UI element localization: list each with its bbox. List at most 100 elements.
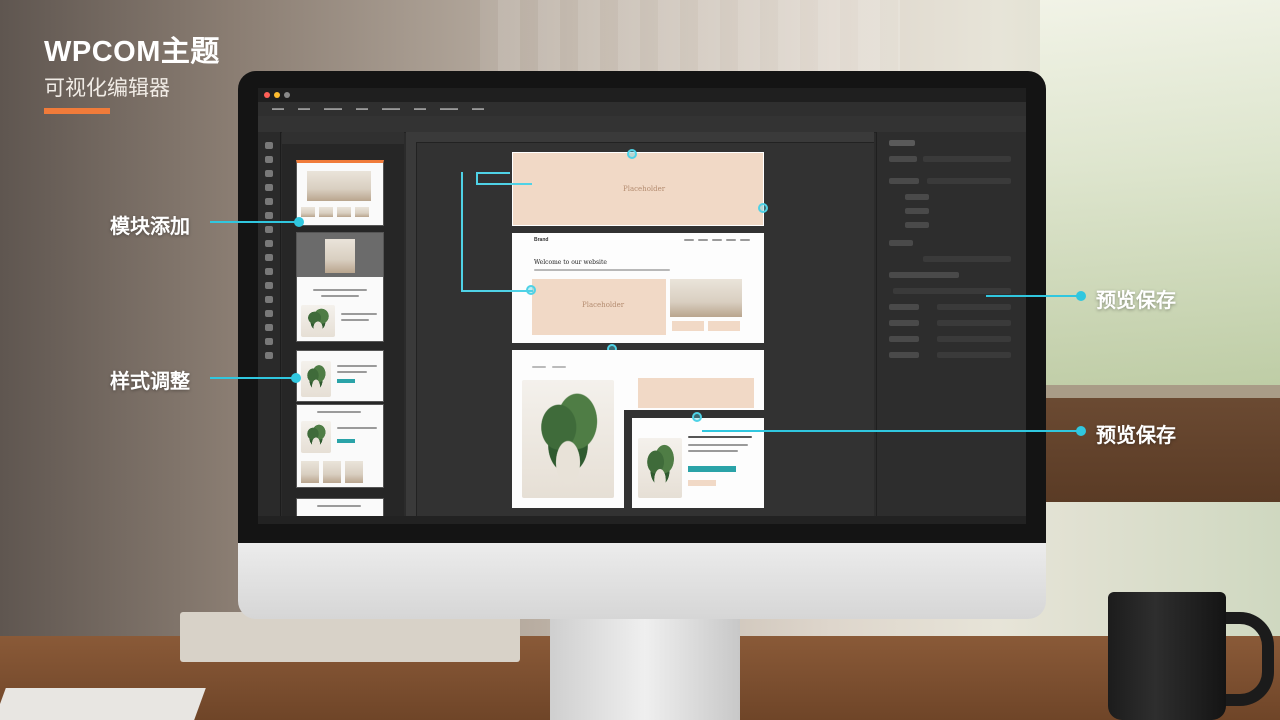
panel-row (889, 156, 917, 162)
menu-item[interactable]: ▬▬ (472, 102, 484, 116)
lasso-tool-icon[interactable] (265, 170, 273, 177)
room-image (670, 279, 742, 317)
button-placeholder[interactable] (708, 321, 740, 331)
panel-row (889, 352, 919, 358)
cta-button[interactable] (688, 466, 736, 472)
callout-dot (294, 217, 304, 227)
hand-tool-icon[interactable] (265, 296, 273, 303)
eraser-tool-icon[interactable] (265, 212, 273, 219)
callout-line (986, 295, 1082, 297)
tool-strip (258, 132, 281, 516)
callout-dot (1076, 291, 1086, 301)
properties-panel (876, 132, 1026, 516)
brand-accent-bar (44, 108, 110, 114)
close-dot-icon[interactable] (264, 92, 270, 98)
panel-row (889, 336, 919, 342)
guide-line (476, 183, 532, 185)
panel-select[interactable] (937, 336, 1011, 342)
callout-adjust-style: 样式调整 (110, 371, 190, 393)
zoom-tool-icon[interactable] (265, 310, 273, 317)
crop-tool-icon[interactable] (265, 184, 273, 191)
panel-row (889, 320, 919, 326)
shape-tool-icon[interactable] (265, 282, 273, 289)
window-sill (1046, 398, 1280, 502)
menu-item[interactable]: ▬▬▬ (382, 102, 400, 116)
placeholder-label: Placeholder (582, 301, 625, 309)
pages-panel-header (282, 132, 404, 144)
panel-row (905, 194, 929, 200)
guide-line (461, 290, 533, 292)
secondary-button[interactable] (688, 480, 716, 486)
type-tool-icon[interactable] (265, 268, 273, 275)
image-placeholder[interactable]: Placeholder (532, 279, 666, 335)
guide-line (476, 172, 510, 174)
brand-title: WPCOM主题 (44, 36, 220, 68)
panel-row (889, 272, 959, 278)
callout-line (210, 221, 300, 223)
panel-row (889, 178, 919, 184)
editor-screen: ▬▬ ▬▬ ▬▬▬ ▬▬ ▬▬▬ ▬▬ ▬▬▬ ▬▬ Placeholder B… (258, 88, 1026, 524)
page-thumbnail[interactable] (296, 498, 384, 518)
panel-select[interactable] (937, 304, 1011, 310)
panel-row (905, 208, 929, 214)
layers-tool-icon[interactable] (265, 338, 273, 345)
panel-input[interactable] (923, 156, 1011, 162)
callout-add-module: 模块添加 (110, 216, 190, 238)
banner-module[interactable]: Placeholder (512, 152, 764, 226)
menu-bar: ▬▬ ▬▬ ▬▬▬ ▬▬ ▬▬▬ ▬▬ ▬▬▬ ▬▬ (258, 102, 1026, 116)
placeholder-label: Placeholder (623, 185, 666, 193)
panel-select[interactable] (893, 288, 1011, 294)
panel-select[interactable] (937, 320, 1011, 326)
page-thumbnail[interactable] (296, 232, 384, 342)
page-thumbnail[interactable] (296, 160, 384, 226)
app-titlebar (258, 88, 1026, 102)
horizontal-ruler (406, 132, 874, 143)
move-tool-icon[interactable] (265, 156, 273, 163)
handle-icon[interactable] (758, 203, 768, 213)
menu-item[interactable]: ▬▬ (272, 102, 284, 116)
menu-item[interactable]: ▬▬ (414, 102, 426, 116)
coffee-mug (1108, 592, 1226, 720)
panel-row (889, 304, 919, 310)
handle-icon[interactable] (627, 149, 637, 159)
monitor-stand (550, 619, 740, 720)
options-bar (258, 116, 1026, 133)
panel-select[interactable] (937, 352, 1011, 358)
handle-icon[interactable] (692, 412, 702, 422)
minimize-dot-icon[interactable] (274, 92, 280, 98)
mask-tool-icon[interactable] (265, 352, 273, 359)
gradient-tool-icon[interactable] (265, 240, 273, 247)
stamp-tool-icon[interactable] (265, 226, 273, 233)
menu-item[interactable]: ▬▬ (298, 102, 310, 116)
panel-select[interactable] (927, 178, 1011, 184)
guide-line (461, 172, 463, 292)
vertical-ruler (406, 142, 417, 516)
page-thumbnail[interactable] (296, 350, 384, 402)
site-logo: Brand (534, 237, 549, 243)
callout-line (702, 430, 1082, 432)
panel-row (889, 240, 913, 246)
menu-item[interactable]: ▬▬ (356, 102, 368, 116)
panel-row (905, 222, 929, 228)
panel-tab[interactable] (889, 140, 915, 146)
callout-preview-save: 预览保存 (1096, 290, 1176, 312)
image-card[interactable] (512, 378, 624, 508)
callout-preview-save: 预览保存 (1096, 425, 1176, 447)
menu-item[interactable]: ▬▬▬ (324, 102, 342, 116)
desk-box (180, 612, 520, 662)
window (1040, 0, 1280, 400)
color-tool-icon[interactable] (265, 324, 273, 331)
button-placeholder[interactable] (672, 321, 704, 331)
menu-item[interactable]: ▬▬▬ (440, 102, 458, 116)
select-tool-icon[interactable] (265, 142, 273, 149)
brush-tool-icon[interactable] (265, 198, 273, 205)
image-placeholder[interactable] (638, 378, 754, 408)
pen-tool-icon[interactable] (265, 254, 273, 261)
notebook (0, 688, 206, 720)
panel-input[interactable] (923, 256, 1011, 262)
callout-dot (291, 373, 301, 383)
status-bar (258, 516, 1026, 524)
page-thumbnail[interactable] (296, 404, 384, 488)
callout-dot (1076, 426, 1086, 436)
content-section[interactable]: Brand Welcome to our website Placeholder (512, 233, 764, 343)
